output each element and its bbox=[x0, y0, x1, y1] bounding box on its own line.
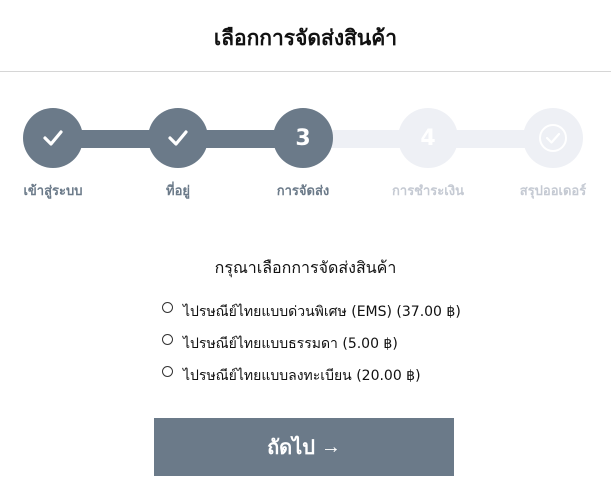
check-icon bbox=[43, 130, 63, 146]
shipping-option-regular[interactable]: ไปรษณีย์ไทยแบบธรรมดา (5.00 ฿) bbox=[162, 328, 461, 360]
step-circle-shipping: 3 bbox=[273, 108, 333, 168]
radio-button[interactable] bbox=[162, 301, 173, 313]
step-label-summary: สรุปออเดอร์ bbox=[519, 184, 587, 199]
step-login: เข้าสู่ระบบ bbox=[8, 100, 98, 201]
step-address: ที่อยู่ bbox=[133, 100, 223, 201]
shipping-options: ไปรษณีย์ไทยแบบด่วนพิเศษ (EMS) (37.00 ฿) … bbox=[162, 296, 461, 392]
next-button[interactable]: ถัดไป → bbox=[154, 418, 454, 476]
step-label-shipping: การจัดส่ง bbox=[276, 184, 330, 199]
step-summary: สรุปออเดอร์ bbox=[508, 100, 598, 201]
radio-button[interactable] bbox=[162, 365, 173, 377]
step-label-login: เข้าสู่ระบบ bbox=[23, 184, 83, 199]
checkout-stepper: เข้าสู่ระบบ ที่อยู่ 3 การจัดส่ง 4 การชำร… bbox=[0, 100, 611, 210]
step-circle-login bbox=[23, 108, 83, 168]
step-label-payment: การชำระเงิน bbox=[392, 184, 464, 199]
page-title: เลือกการจัดส่งสินค้า bbox=[213, 26, 398, 50]
shipping-option-label: ไปรษณีย์ไทยแบบลงทะเบียน (20.00 ฿) bbox=[183, 368, 421, 384]
step-shipping: 3 การจัดส่ง bbox=[258, 100, 348, 201]
header: เลือกการจัดส่งสินค้า bbox=[0, 0, 611, 72]
step-payment: 4 การชำระเงิน bbox=[383, 100, 473, 201]
check-circle-icon bbox=[539, 124, 567, 152]
shipping-option-label: ไปรษณีย์ไทยแบบด่วนพิเศษ (EMS) (37.00 ฿) bbox=[183, 304, 461, 320]
arrow-right-icon: → bbox=[320, 435, 341, 458]
check-icon bbox=[168, 130, 188, 146]
shipping-option-ems[interactable]: ไปรษณีย์ไทยแบบด่วนพิเศษ (EMS) (37.00 ฿) bbox=[162, 296, 461, 328]
step-circle-address bbox=[148, 108, 208, 168]
step-label-address: ที่อยู่ bbox=[166, 184, 190, 199]
step-circle-summary bbox=[523, 108, 583, 168]
radio-button[interactable] bbox=[162, 333, 173, 345]
shipping-prompt: กรุณาเลือกการจัดส่งสินค้า bbox=[214, 258, 397, 277]
shipping-option-label: ไปรษณีย์ไทยแบบธรรมดา (5.00 ฿) bbox=[183, 336, 398, 352]
step-circle-payment: 4 bbox=[398, 108, 458, 168]
next-button-label: ถัดไป bbox=[267, 437, 315, 459]
shipping-option-registered[interactable]: ไปรษณีย์ไทยแบบลงทะเบียน (20.00 ฿) bbox=[162, 360, 461, 392]
